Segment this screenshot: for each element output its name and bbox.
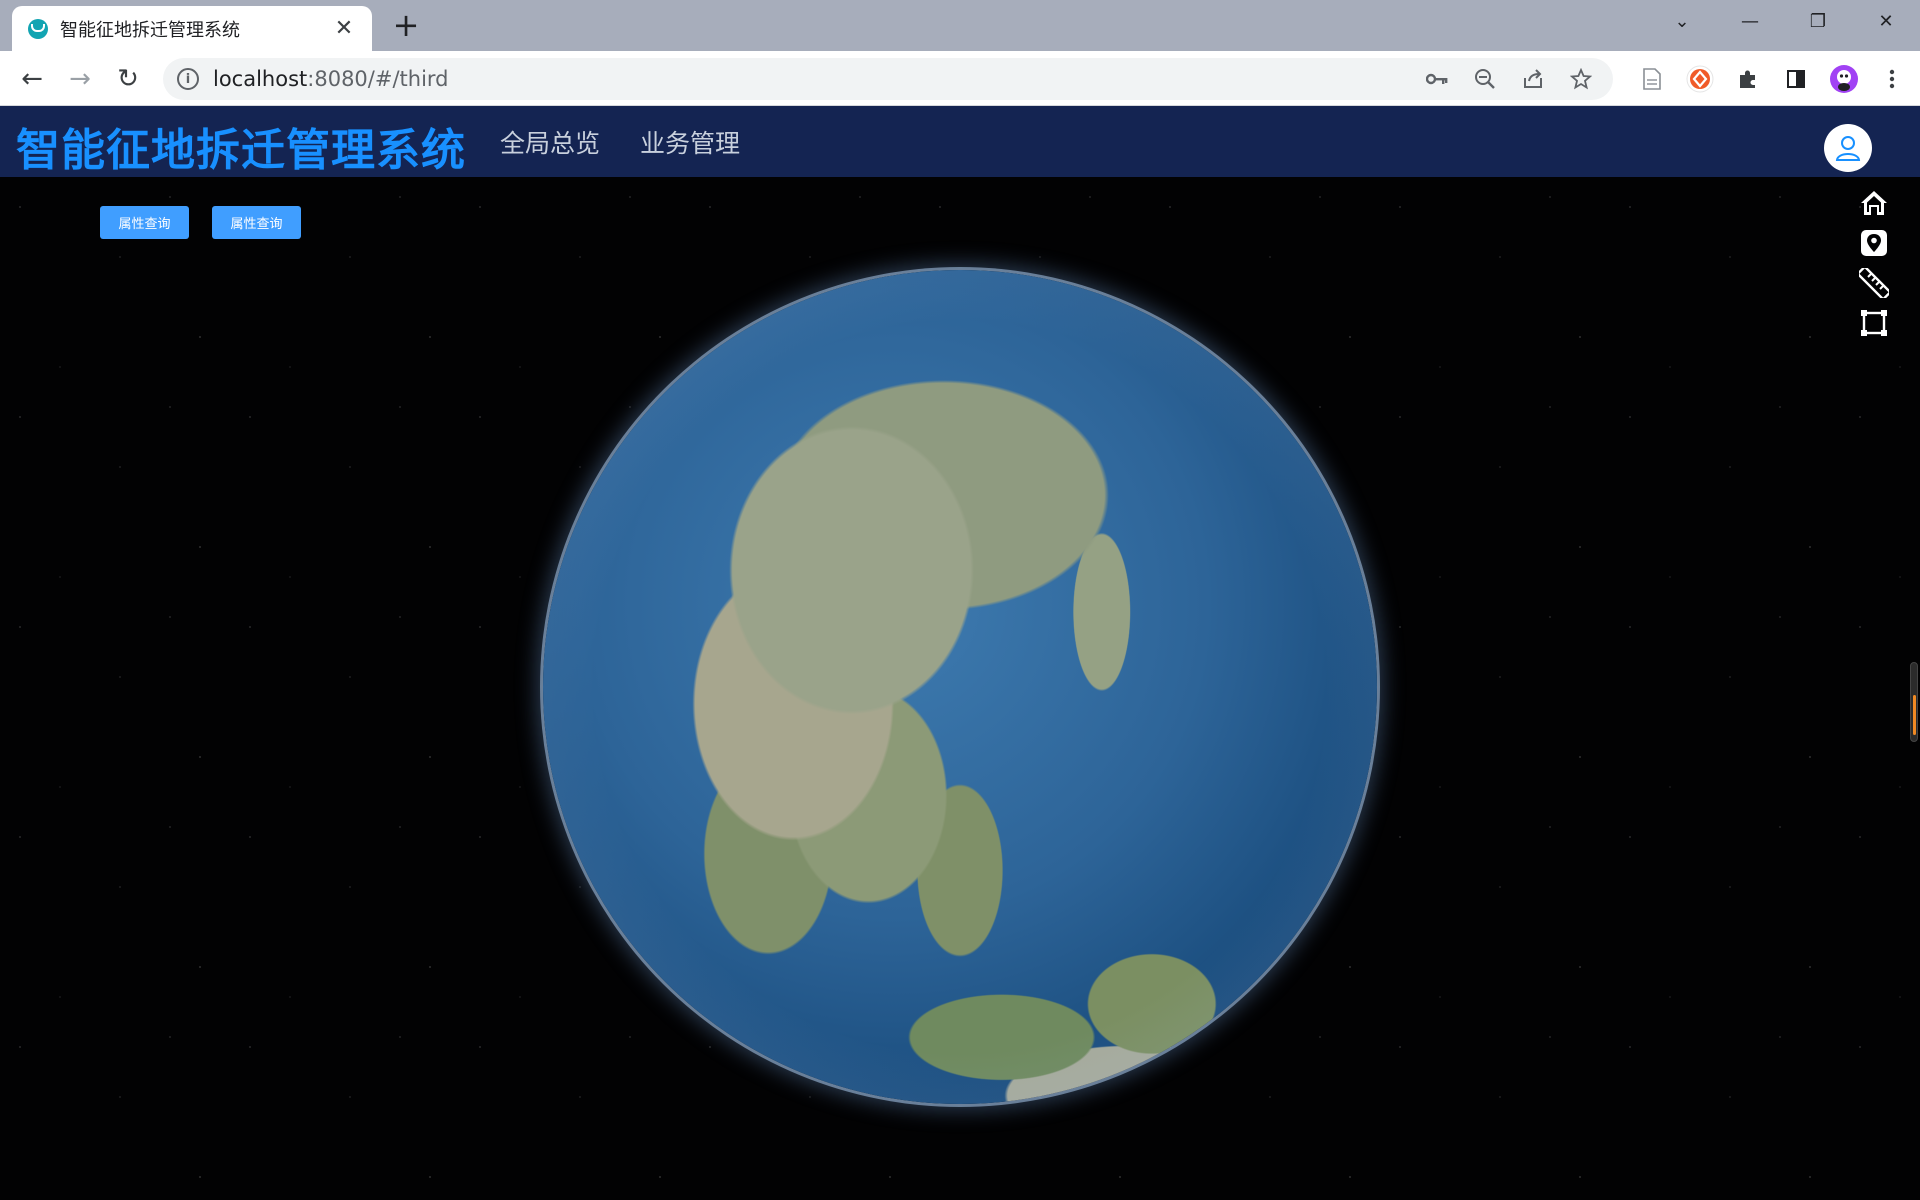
extensions-row [1628, 59, 1916, 99]
earth-globe[interactable] [543, 270, 1377, 1104]
menu-item-business[interactable]: 业务管理 [640, 124, 740, 160]
minimize-button[interactable]: — [1716, 0, 1784, 42]
orange-extension-icon[interactable] [1676, 59, 1724, 99]
close-window-button[interactable]: ✕ [1852, 0, 1920, 42]
reload-button[interactable]: ↻ [110, 61, 146, 97]
url-host: localhost [213, 67, 308, 91]
puzzle-extensions-icon[interactable] [1724, 59, 1772, 99]
close-tab-icon[interactable]: ✕ [332, 16, 356, 41]
attribute-query-button[interactable]: 属性查询 [100, 206, 189, 239]
attribute-query-button-2[interactable]: 属性查询 [212, 206, 301, 239]
zoom-out-icon[interactable] [1461, 58, 1509, 100]
menu-item-overview[interactable]: 全局总览 [500, 124, 600, 160]
browser-tabstrip: 智能征地拆迁管理系统 ✕ + ⌄ — ❐ ✕ [0, 0, 1920, 51]
browser-toolbar: ← → ↻ i localhost:8080/#/third [0, 51, 1920, 106]
main-menu: 全局总览 业务管理 [500, 124, 780, 160]
side-panel-icon[interactable] [1772, 59, 1820, 99]
bookmark-star-icon[interactable] [1557, 58, 1605, 100]
browser-menu-icon[interactable] [1868, 59, 1916, 99]
side-scroll-handle[interactable] [1910, 662, 1918, 742]
map-toolbar [1858, 186, 1890, 346]
restore-button[interactable]: ❐ [1784, 0, 1852, 42]
profile-avatar-icon[interactable] [1820, 59, 1868, 99]
user-avatar-icon[interactable] [1824, 124, 1872, 172]
browser-tab[interactable]: 智能征地拆迁管理系统 ✕ [12, 6, 372, 51]
app-header: 智能征地拆迁管理系统 全局总览 业务管理 [0, 106, 1920, 177]
address-bar[interactable]: i localhost:8080/#/third [163, 58, 1613, 100]
app-viewport: 智能征地拆迁管理系统 全局总览 业务管理 属性查询 属性查询 [0, 106, 1920, 1200]
app-title: 智能征地拆迁管理系统 [16, 125, 466, 176]
back-button[interactable]: ← [14, 61, 50, 97]
tab-title: 智能征地拆迁管理系统 [60, 19, 240, 41]
new-tab-button[interactable]: + [390, 9, 422, 42]
url-text[interactable]: localhost:8080/#/third [213, 67, 449, 91]
address-bar-actions [1413, 58, 1605, 100]
home-icon[interactable] [1858, 186, 1890, 220]
ruler-icon[interactable] [1858, 266, 1890, 300]
app-favicon-icon [28, 18, 48, 39]
window-controls: ⌄ — ❐ ✕ [1648, 0, 1920, 42]
site-info-icon[interactable]: i [177, 68, 199, 90]
location-pin-icon[interactable] [1858, 226, 1890, 260]
tab-search-icon[interactable]: ⌄ [1648, 0, 1716, 42]
password-key-icon[interactable] [1413, 58, 1461, 100]
document-extension-icon[interactable] [1628, 59, 1676, 99]
forward-button[interactable]: → [62, 61, 98, 97]
url-path: :8080/#/third [307, 67, 449, 91]
share-icon[interactable] [1509, 58, 1557, 100]
area-measure-icon[interactable] [1858, 306, 1890, 340]
